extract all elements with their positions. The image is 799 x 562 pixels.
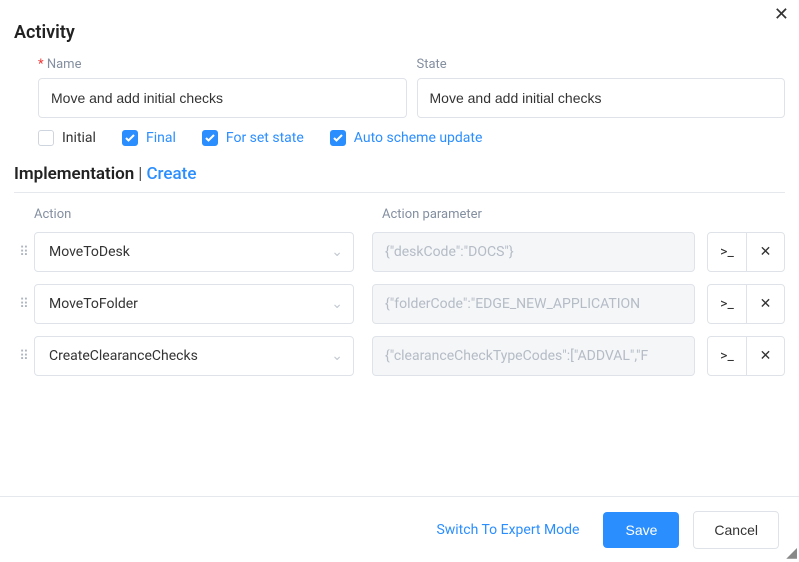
dialog-title: Activity <box>14 22 785 43</box>
run-action-icon[interactable]: >_ <box>708 337 746 375</box>
drag-handle-icon[interactable]: ⠿ <box>14 349 34 364</box>
activity-dialog: Activity Name State Initial Final For se… <box>0 0 799 376</box>
action-row: ⠿ MoveToDesk ⌄ {"deskCode":"DOCS"} >_✕ <box>14 232 785 272</box>
chevron-down-icon: ⌄ <box>331 296 343 312</box>
final-checkbox[interactable]: Final <box>122 130 176 146</box>
resize-grip-icon[interactable]: ◢ <box>786 546 797 560</box>
delete-action-icon[interactable]: ✕ <box>746 285 784 323</box>
state-label: State <box>417 57 786 72</box>
action-select[interactable]: MoveToFolder ⌄ <box>34 284 354 324</box>
auto-scheme-checkbox[interactable]: Auto scheme update <box>330 130 483 146</box>
action-select[interactable]: MoveToDesk ⌄ <box>34 232 354 272</box>
checkbox-row: Initial Final For set state Auto scheme … <box>14 130 785 146</box>
param-column-header: Action parameter <box>374 207 785 222</box>
drag-handle-icon[interactable]: ⠿ <box>14 245 34 260</box>
auto-scheme-label: Auto scheme update <box>354 130 483 146</box>
expert-mode-link[interactable]: Switch To Expert Mode <box>436 522 579 538</box>
chevron-down-icon: ⌄ <box>331 244 343 260</box>
initial-checkbox[interactable]: Initial <box>38 130 96 146</box>
param-value: {"clearanceCheckTypeCodes":["ADDVAL","F <box>385 348 648 364</box>
chevron-down-icon: ⌄ <box>331 348 343 364</box>
param-value: {"folderCode":"EDGE_NEW_APPLICATION <box>385 296 640 312</box>
name-label: Name <box>38 57 407 72</box>
for-set-state-checkbox[interactable]: For set state <box>202 130 304 146</box>
save-button[interactable]: Save <box>603 512 679 548</box>
dialog-footer: Switch To Expert Mode Save Cancel <box>0 496 799 562</box>
for-set-state-label: For set state <box>226 130 304 146</box>
param-value: {"deskCode":"DOCS"} <box>385 244 514 260</box>
action-value: MoveToFolder <box>49 296 138 312</box>
action-column-header: Action <box>34 207 374 222</box>
final-label: Final <box>146 130 176 146</box>
cancel-button[interactable]: Cancel <box>693 511 779 549</box>
run-action-icon[interactable]: >_ <box>708 285 746 323</box>
name-state-row: Name State <box>14 57 785 118</box>
initial-label: Initial <box>62 130 96 146</box>
drag-handle-icon[interactable]: ⠿ <box>14 297 34 312</box>
delete-action-icon[interactable]: ✕ <box>746 337 784 375</box>
action-value: CreateClearanceChecks <box>49 348 198 364</box>
action-parameter-input[interactable]: {"deskCode":"DOCS"} <box>372 232 695 272</box>
implementation-header: Implementation|Create <box>14 164 785 193</box>
action-row: ⠿ MoveToFolder ⌄ {"folderCode":"EDGE_NEW_AP… <box>14 284 785 324</box>
implementation-title: Implementation <box>14 164 134 184</box>
name-input[interactable] <box>38 78 407 118</box>
action-parameter-input[interactable]: {"clearanceCheckTypeCodes":["ADDVAL","F <box>372 336 695 376</box>
state-input[interactable] <box>417 78 786 118</box>
delete-action-icon[interactable]: ✕ <box>746 233 784 271</box>
run-action-icon[interactable]: >_ <box>708 233 746 271</box>
action-row: ⠿ CreateClearanceChecks ⌄ {"clearanceCheckT… <box>14 336 785 376</box>
column-headers: Action Action parameter <box>14 207 785 222</box>
action-value: MoveToDesk <box>49 244 130 260</box>
close-icon[interactable]: ✕ <box>774 6 789 24</box>
action-select[interactable]: CreateClearanceChecks ⌄ <box>34 336 354 376</box>
action-parameter-input[interactable]: {"folderCode":"EDGE_NEW_APPLICATION <box>372 284 695 324</box>
create-link[interactable]: Create <box>146 164 196 184</box>
